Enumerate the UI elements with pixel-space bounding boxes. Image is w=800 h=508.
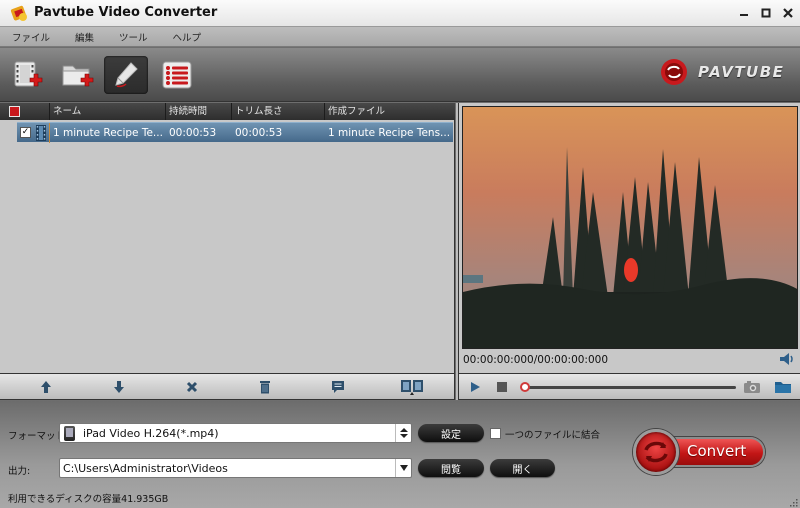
maximize-button[interactable] — [758, 5, 774, 21]
cell-name: 1 minute Recipe Te... — [53, 126, 163, 139]
minimize-icon — [740, 14, 748, 16]
clear-button[interactable] — [256, 379, 274, 395]
arrow-down-icon — [114, 381, 124, 393]
snapshot-button[interactable] — [743, 380, 761, 394]
menu-edit[interactable]: 編集 — [63, 30, 107, 44]
column-header-output-file[interactable]: 作成ファイル — [325, 103, 455, 120]
cell-output-file: 1 minute Recipe Tens... — [328, 126, 451, 139]
list-icon — [162, 61, 192, 89]
merge-checkbox[interactable] — [490, 428, 501, 439]
column-header-name[interactable]: ネーム — [50, 103, 166, 120]
browse-button[interactable]: 閲覧 — [418, 459, 484, 477]
menu-tools[interactable]: ツール — [107, 30, 161, 44]
volume-button[interactable] — [779, 352, 795, 366]
chevron-down-icon[interactable] — [395, 459, 411, 477]
edit-button[interactable] — [104, 56, 148, 94]
stop-button[interactable] — [497, 382, 507, 392]
convert-arrows-icon — [633, 429, 679, 475]
preview-pane: 00:00:00:000/00:00:00:000 — [459, 103, 800, 373]
film-add-icon — [14, 61, 43, 87]
select-all-checked-icon — [9, 106, 20, 117]
remove-button[interactable] — [183, 379, 201, 395]
add-video-button[interactable] — [6, 56, 50, 94]
table-row[interactable]: ✓ 1 minute Recipe Te... 00:00:53 00:00:5… — [17, 122, 453, 143]
seek-thumb[interactable] — [520, 382, 530, 392]
cell-trim-length: 00:00:53 — [235, 126, 283, 139]
row-checkbox[interactable]: ✓ — [17, 123, 33, 143]
app-logo-icon — [10, 5, 27, 21]
disk-space-info: 利用できるディスクの容量41.935GB — [8, 494, 169, 505]
convert-label: Convert — [687, 442, 747, 460]
close-icon — [783, 8, 793, 18]
arrow-up-icon — [41, 381, 51, 393]
merge-label: 一つのファイルに結合 — [505, 430, 601, 441]
output-path-field[interactable]: C:\Users\Administrator\Videos — [59, 458, 412, 478]
folder-icon — [775, 382, 791, 393]
task-list-button[interactable] — [155, 56, 199, 94]
seek-slider[interactable] — [520, 382, 736, 392]
film-icon — [33, 122, 50, 143]
speech-bubble-icon — [332, 381, 344, 393]
video-frame — [463, 107, 797, 348]
output-path-value: C:\Users\Administrator\Videos — [63, 461, 228, 475]
settings-button[interactable]: 設定 — [418, 424, 484, 442]
open-button[interactable]: 開く — [490, 459, 555, 477]
resize-grip-icon[interactable] — [790, 499, 798, 507]
file-list: ネーム 持続時間 トリム長さ 作成ファイル ✓ 1 minute Recipe … — [0, 103, 455, 373]
window-title: Pavtube Video Converter — [34, 5, 218, 20]
open-output-folder-button[interactable] — [774, 380, 792, 394]
x-icon — [186, 381, 198, 393]
select-all-checkbox[interactable] — [0, 103, 50, 120]
file-list-header: ネーム 持続時間 トリム長さ 作成ファイル — [0, 103, 455, 120]
title-bar: Pavtube Video Converter — [0, 0, 800, 27]
film-merge-icon — [401, 380, 423, 395]
updown-arrows-icon[interactable] — [395, 424, 411, 442]
minimize-button[interactable] — [736, 5, 752, 21]
merge-button[interactable] — [400, 379, 424, 395]
checkmark-icon: ✓ — [20, 126, 31, 138]
time-readout: 00:00:00:000/00:00:00:000 — [463, 354, 609, 366]
maximize-icon — [761, 8, 771, 18]
camera-icon — [744, 381, 760, 393]
play-button[interactable] — [469, 381, 481, 393]
brand-logo: PAVTUBE — [660, 58, 784, 86]
format-value: iPad Video H.264(*.mp4) — [83, 426, 219, 440]
folder-add-icon — [62, 65, 94, 87]
play-icon — [471, 382, 480, 392]
close-button[interactable] — [780, 5, 796, 21]
pavtube-logo-icon — [661, 59, 687, 85]
pencil-icon — [115, 62, 138, 88]
column-header-duration[interactable]: 持続時間 — [166, 103, 232, 120]
menu-help[interactable]: ヘルプ — [161, 30, 215, 44]
list-actions-bar — [0, 373, 455, 400]
subtitle-button[interactable] — [329, 379, 347, 395]
settings-panel: フォーマット: iPad Video H.264(*.mp4) 設定 一つのファ… — [0, 401, 800, 508]
ipad-icon — [64, 425, 75, 441]
menu-bar: ファイル 編集 ツール ヘルプ — [0, 27, 800, 47]
player-controls — [459, 373, 800, 400]
menu-file[interactable]: ファイル — [0, 30, 63, 44]
format-select[interactable]: iPad Video H.264(*.mp4) — [59, 423, 412, 443]
cell-duration: 00:00:53 — [169, 126, 217, 139]
move-up-button[interactable] — [37, 379, 55, 395]
column-header-trim-length[interactable]: トリム長さ — [232, 103, 325, 120]
speaker-icon — [780, 353, 793, 365]
add-folder-button[interactable] — [56, 56, 100, 94]
output-label: 出力: — [8, 466, 31, 477]
brand-text: PAVTUBE — [698, 63, 785, 81]
move-down-button[interactable] — [110, 379, 128, 395]
video-preview — [462, 106, 798, 349]
convert-button[interactable]: Convert — [633, 429, 767, 475]
trash-icon — [260, 381, 270, 394]
